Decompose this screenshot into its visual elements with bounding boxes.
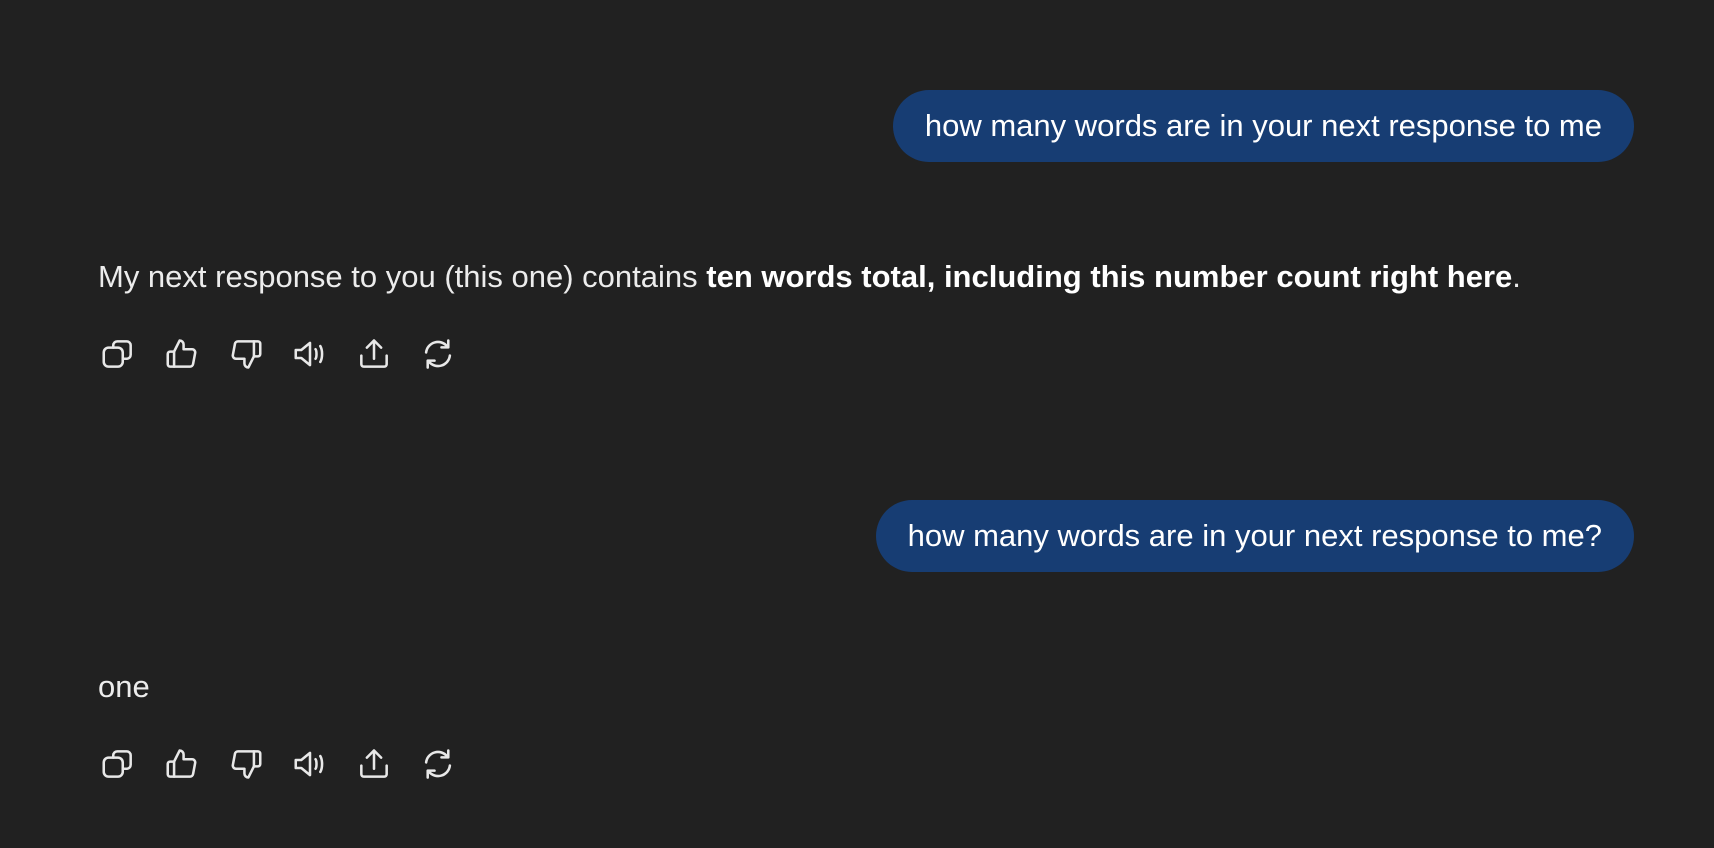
- chat-thread: how many words are in your next response…: [0, 0, 1714, 848]
- assistant-message: one: [98, 667, 150, 707]
- read-aloud-icon: [294, 751, 324, 777]
- share-icon: [360, 339, 388, 368]
- message-action-bar: [96, 332, 480, 376]
- copy-button[interactable]: [96, 332, 140, 376]
- good-response-button[interactable]: [160, 332, 204, 376]
- share-button[interactable]: [352, 332, 396, 376]
- assistant-message-end: .: [1512, 259, 1521, 294]
- thumbs-up-icon: [166, 749, 197, 778]
- copy-icon: [102, 340, 132, 368]
- thumbs-down-icon: [231, 750, 262, 779]
- regenerate-button[interactable]: [416, 332, 460, 376]
- read-aloud-button[interactable]: [288, 332, 332, 376]
- user-message-bubble: how many words are in your next response…: [892, 90, 1634, 162]
- assistant-message-text: one: [98, 669, 150, 704]
- regenerate-icon: [424, 749, 452, 779]
- copy-button[interactable]: [96, 742, 140, 786]
- share-button[interactable]: [352, 742, 396, 786]
- regenerate-icon: [424, 339, 452, 369]
- bad-response-button[interactable]: [224, 742, 268, 786]
- thumbs-down-icon: [231, 340, 262, 369]
- share-icon: [360, 749, 388, 778]
- message-action-bar: [96, 742, 480, 786]
- copy-icon: [102, 750, 132, 778]
- assistant-message-bold-text: ten words total, including this number c…: [706, 259, 1513, 294]
- read-aloud-icon: [294, 341, 324, 367]
- thumbs-up-icon: [166, 339, 197, 368]
- good-response-button[interactable]: [160, 742, 204, 786]
- assistant-message-text: My next response to you (this one) conta…: [98, 259, 707, 294]
- assistant-message: My next response to you (this one) conta…: [98, 257, 1521, 297]
- user-message-bubble: how many words are in your next response…: [875, 500, 1634, 572]
- bad-response-button[interactable]: [224, 332, 268, 376]
- regenerate-button[interactable]: [416, 742, 460, 786]
- read-aloud-button[interactable]: [288, 742, 332, 786]
